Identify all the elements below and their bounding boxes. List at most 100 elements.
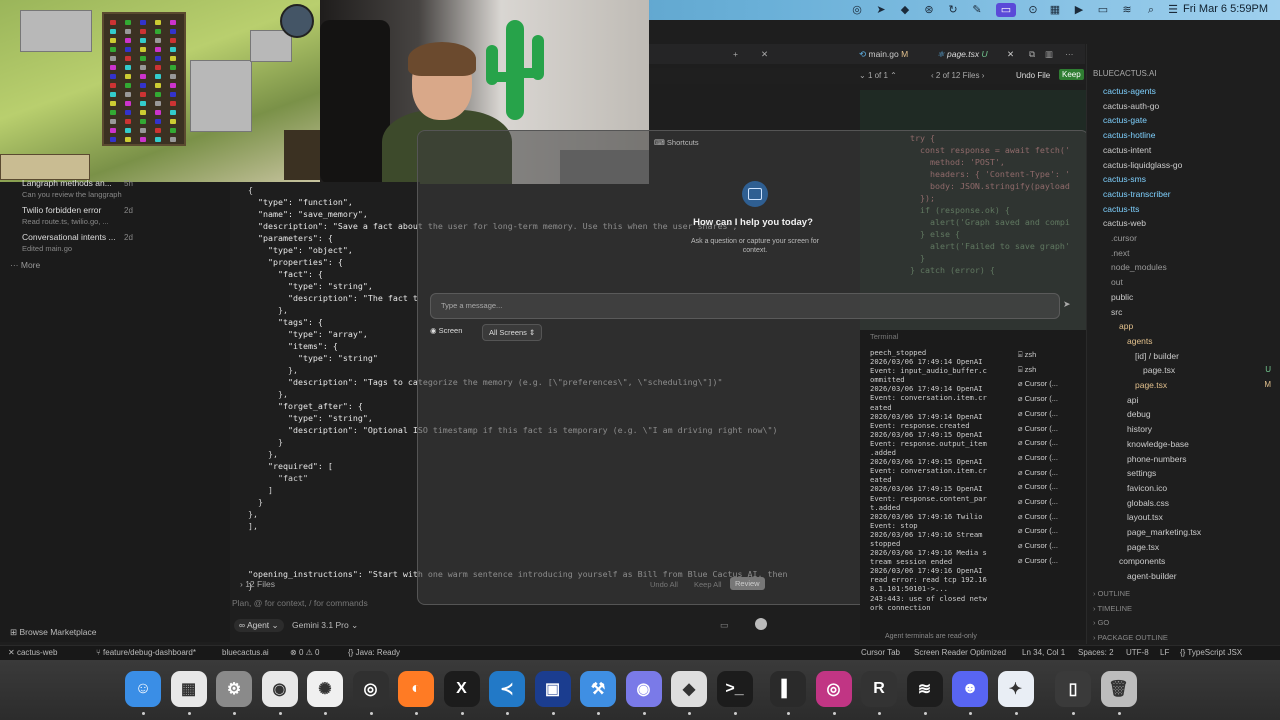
inventory-item-icon[interactable]: [110, 83, 116, 88]
terminal-tab[interactable]: ⌀ Cursor (...: [1018, 424, 1058, 433]
inventory-item-icon[interactable]: [170, 119, 176, 124]
inventory-item-icon[interactable]: [140, 92, 146, 97]
game-side-panel[interactable]: [284, 130, 320, 180]
game-window[interactable]: [0, 0, 320, 182]
terminal-tab[interactable]: ⌀ Cursor (...: [1018, 394, 1058, 403]
explorer-item[interactable]: api: [1127, 395, 1138, 405]
dock-docker-desktop-icon[interactable]: ▣: [534, 671, 571, 707]
inventory-item-icon[interactable]: [155, 74, 161, 79]
inventory-item-icon[interactable]: [170, 20, 176, 25]
dock-audio-meter-icon[interactable]: ▍: [770, 671, 806, 707]
inventory-item-icon[interactable]: [110, 119, 116, 124]
explorer-item[interactable]: layout.tsx: [1127, 512, 1163, 522]
tab-main-go[interactable]: ⟲ main.go M: [859, 49, 908, 60]
terminal-tab[interactable]: ⌀ Cursor (...: [1018, 438, 1058, 447]
inventory-item-icon[interactable]: [140, 29, 146, 34]
screens-select[interactable]: All Screens ⇕: [482, 324, 543, 341]
diff-file-counter[interactable]: ‹ 2 of 12 Files ›: [931, 71, 984, 80]
split-icon[interactable]: ⧉: [1029, 49, 1035, 60]
explorer-item[interactable]: settings: [1127, 468, 1156, 478]
screen-record-icon[interactable]: ▭: [996, 3, 1016, 17]
explorer-section[interactable]: › TIMELINE: [1093, 604, 1132, 613]
terminal-tab[interactable]: ⌀ Cursor (...: [1018, 379, 1058, 388]
terminal-panel[interactable]: Terminal peech_stopped 2026/03/06 17:49:1…: [860, 330, 1086, 640]
terminal-tab[interactable]: ⌀ Cursor (...: [1018, 453, 1058, 462]
game-inventory[interactable]: [102, 12, 186, 146]
explorer-item[interactable]: components: [1119, 556, 1165, 566]
inventory-item-icon[interactable]: [125, 119, 131, 124]
forward-icon[interactable]: ➤: [874, 3, 888, 17]
inventory-item-icon[interactable]: [155, 29, 161, 34]
inventory-item-icon[interactable]: [110, 65, 116, 70]
dock-xcode-icon[interactable]: ⚒: [580, 671, 616, 707]
inventory-item-icon[interactable]: [125, 92, 131, 97]
status-icon[interactable]: ◎: [850, 3, 864, 17]
dock-obs-icon[interactable]: ◎: [352, 671, 389, 707]
message-input[interactable]: [431, 294, 1051, 316]
inventory-item-icon[interactable]: [155, 101, 161, 106]
inventory-item-icon[interactable]: [140, 56, 146, 61]
dock-trash-icon[interactable]: 🗑: [1100, 671, 1137, 707]
undo-all-button[interactable]: Undo All: [650, 580, 678, 589]
inventory-item-icon[interactable]: [110, 92, 116, 97]
explorer-item[interactable]: agent-builder: [1127, 571, 1177, 581]
inventory-item-icon[interactable]: [155, 92, 161, 97]
dock-launchpad-icon[interactable]: ▦: [170, 671, 207, 707]
inventory-item-icon[interactable]: [110, 74, 116, 79]
more-link[interactable]: ··· More: [10, 260, 40, 270]
message-box[interactable]: [430, 293, 1060, 319]
inventory-item-icon[interactable]: [155, 119, 161, 124]
explorer-item[interactable]: cactus-gate: [1103, 115, 1147, 125]
code-editor[interactable]: { "type": "function", "name": "save_memo…: [230, 182, 787, 591]
settings-icon[interactable]: ⊛: [922, 3, 936, 17]
sync-icon[interactable]: ↻: [946, 3, 960, 17]
inventory-item-icon[interactable]: [110, 47, 116, 52]
inventory-item-icon[interactable]: [140, 74, 146, 79]
inventory-item-icon[interactable]: [140, 65, 146, 70]
inventory-item-icon[interactable]: [110, 128, 116, 133]
keep-button[interactable]: Keep: [1059, 69, 1084, 80]
explorer-item[interactable]: app: [1119, 321, 1133, 331]
inventory-item-icon[interactable]: [155, 65, 161, 70]
dock-discord-icon[interactable]: ☻: [952, 671, 988, 707]
dock-cursor-icon[interactable]: X: [443, 671, 480, 707]
status-java[interactable]: {} Java: Ready: [348, 648, 400, 657]
agent-chat-input[interactable]: Plan, @ for context, / for commands ∞ Ag…: [230, 596, 767, 632]
inventory-item-icon[interactable]: [125, 74, 131, 79]
explorer-item[interactable]: src: [1111, 307, 1122, 317]
history-item[interactable]: Twilio forbidden error Read route.ts, tw…: [22, 205, 109, 226]
dock-vscode-icon[interactable]: ≺: [489, 671, 525, 707]
inventory-item-icon[interactable]: [125, 29, 131, 34]
inventory-item-icon[interactable]: [170, 137, 176, 142]
inventory-item-icon[interactable]: [170, 29, 176, 34]
camera-icon[interactable]: ⊙: [1026, 3, 1040, 17]
inventory-item-icon[interactable]: [155, 128, 161, 133]
inventory-item-icon[interactable]: [170, 47, 176, 52]
more-icon[interactable]: ···: [1065, 49, 1074, 59]
terminal-tab[interactable]: ⌸ zsh: [1018, 350, 1036, 360]
inventory-item-icon[interactable]: [170, 101, 176, 106]
dock-iphone-mirroring-icon[interactable]: ▯: [1055, 671, 1091, 707]
explorer-item[interactable]: out: [1111, 277, 1123, 287]
inventory-item-icon[interactable]: [155, 47, 161, 52]
inventory-item-icon[interactable]: [140, 38, 146, 43]
layout-icon[interactable]: ▥: [1045, 49, 1053, 60]
terminal-tab[interactable]: ⌀ Cursor (...: [1018, 497, 1058, 506]
dock-audio-app-icon[interactable]: ≋: [906, 671, 943, 707]
terminal-tab[interactable]: ⌸ zsh: [1018, 365, 1036, 375]
shield-icon[interactable]: ◆: [898, 3, 912, 17]
inventory-item-icon[interactable]: [140, 101, 146, 106]
inventory-item-icon[interactable]: [125, 128, 131, 133]
inventory-item-icon[interactable]: [155, 56, 161, 61]
inventory-item-icon[interactable]: [110, 101, 116, 106]
inventory-item-icon[interactable]: [170, 128, 176, 133]
terminal-tab[interactable]: ⌀ Cursor (...: [1018, 526, 1058, 535]
game-minimap[interactable]: [280, 4, 314, 38]
inventory-item-icon[interactable]: [155, 83, 161, 88]
files-changed-toggle[interactable]: › 12 Files: [240, 579, 275, 589]
inventory-item-icon[interactable]: [170, 38, 176, 43]
explorer-item[interactable]: cactus-tts: [1103, 204, 1139, 214]
explorer-item[interactable]: cactus-intent: [1103, 145, 1151, 155]
inventory-item-icon[interactable]: [155, 38, 161, 43]
explorer-item[interactable]: page.tsx: [1127, 542, 1159, 552]
